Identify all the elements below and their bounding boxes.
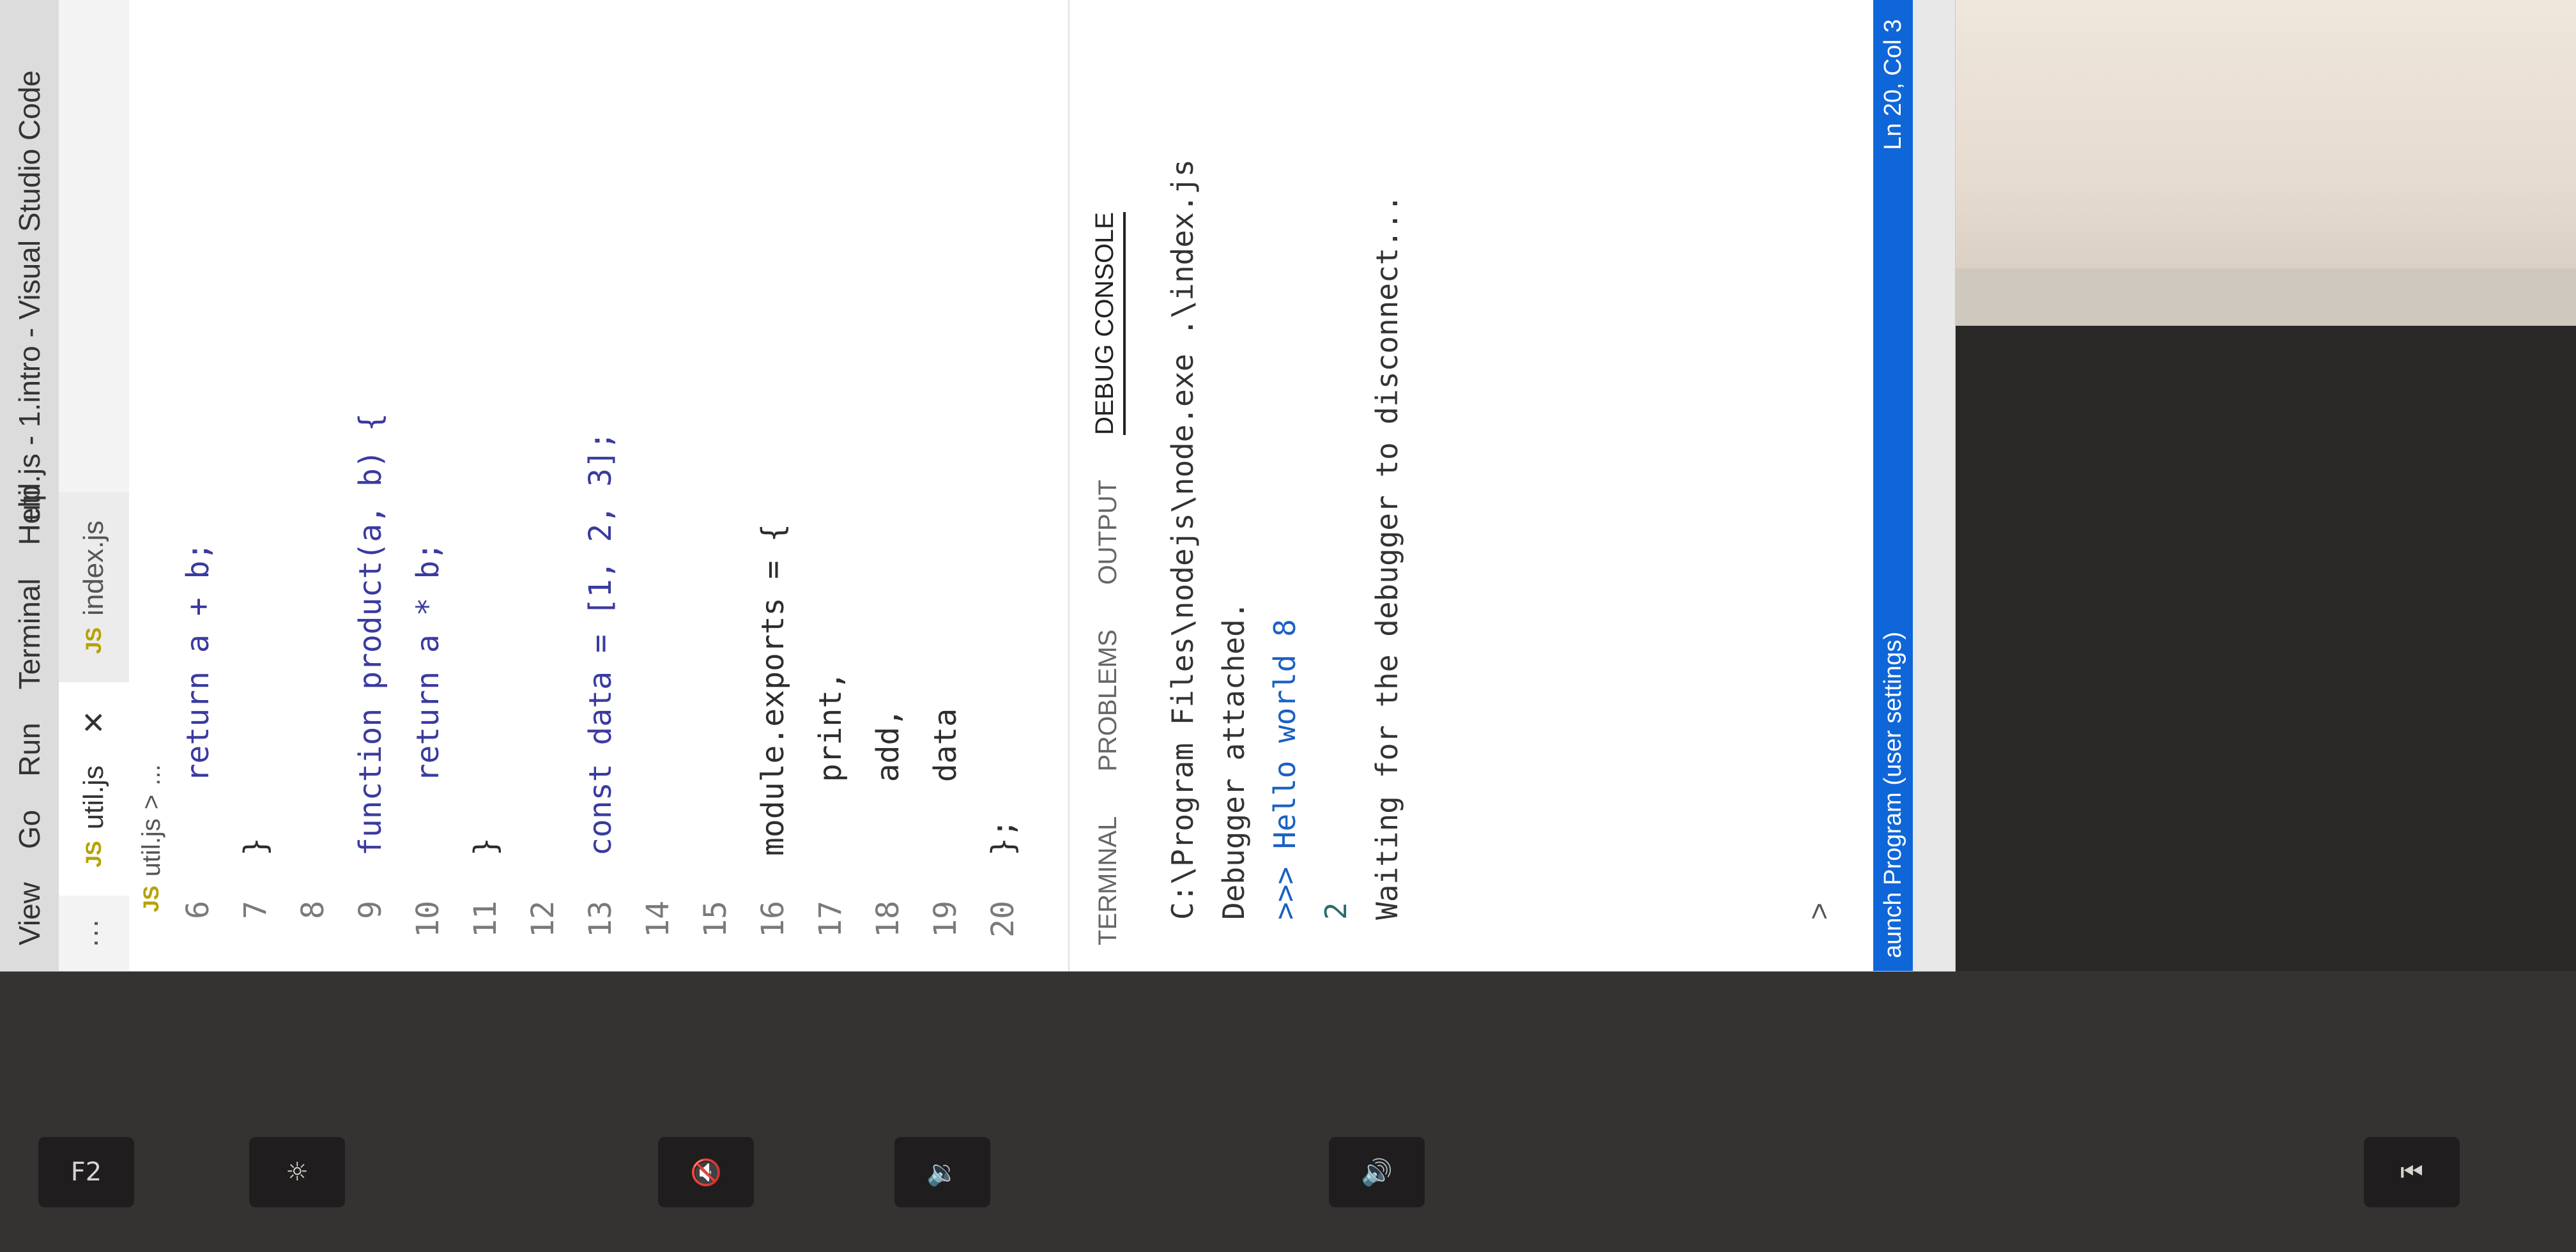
tab-util-js[interactable]: JS util.js ✕ xyxy=(59,682,129,896)
panel-tabs: TERMINAL PROBLEMS OUTPUT DEBUG CONSOLE xyxy=(1082,212,1133,945)
console-line: Debugger attached. xyxy=(1216,601,1251,920)
line-number: 19 xyxy=(928,901,963,938)
line-number: 6 xyxy=(180,901,216,919)
tab-output[interactable]: OUTPUT xyxy=(1094,480,1123,584)
status-cursor-position[interactable]: Ln 20, Col 3 xyxy=(1880,13,1907,150)
line-number: 9 xyxy=(353,901,388,919)
code-editor[interactable]: 6 return a + b; 7 } 8 9 function product… xyxy=(174,0,1068,971)
code-line[interactable]: 16 module.exports = { xyxy=(749,0,797,971)
code-text: print, xyxy=(813,671,848,856)
line-number: 8 xyxy=(295,901,331,919)
code-text: function product(a, b) { xyxy=(353,413,388,856)
js-file-icon: JS xyxy=(139,885,164,912)
code-line[interactable]: 8 xyxy=(289,0,337,971)
console-input-prompt[interactable]: > xyxy=(1802,903,1836,920)
line-number: 11 xyxy=(468,901,503,938)
code-text: return a + b; xyxy=(180,542,216,856)
menu-view[interactable]: View xyxy=(12,882,47,945)
window-bottom-edge xyxy=(1913,0,1955,971)
line-number: 7 xyxy=(238,901,273,919)
js-file-icon: JS xyxy=(81,841,106,868)
breadcrumb-file[interactable]: util.js xyxy=(137,818,166,876)
line-number: 10 xyxy=(410,901,446,938)
tab-problems[interactable]: PROBLEMS xyxy=(1094,629,1123,771)
code-line[interactable]: 12 xyxy=(519,0,567,971)
more-actions-icon[interactable]: ··· xyxy=(59,896,129,971)
line-number: 20 xyxy=(985,901,1021,938)
tab-label: index.js xyxy=(78,520,109,616)
code-line[interactable]: 11 } xyxy=(461,0,510,971)
console-line: >>> Hello world 8 xyxy=(1268,619,1302,920)
code-line[interactable]: 20 }; xyxy=(979,0,1027,971)
code-line[interactable]: 9 function product(a, b) { xyxy=(346,0,395,971)
tab-terminal[interactable]: TERMINAL xyxy=(1094,816,1123,945)
console-line: 2 xyxy=(1319,902,1353,920)
code-text: add, xyxy=(870,708,906,856)
line-number: 14 xyxy=(640,901,676,938)
keyboard-area: F2 ☼ 🔇 🔉 🔊 ⏮ xyxy=(0,971,2576,1252)
status-bar: aunch Program (user settings) Ln 20, Col… xyxy=(1873,0,1913,971)
code-line[interactable]: 13 const data = [1, 2, 3]; xyxy=(576,0,625,971)
code-text: const data = [1, 2, 3]; xyxy=(583,431,618,856)
tab-index-js[interactable]: JS index.js xyxy=(59,492,129,682)
vscode-window: View Go Run Terminal Help util.js - 1.in… xyxy=(0,0,1955,971)
brightness-key: ☼ xyxy=(249,1137,345,1207)
code-line[interactable]: 10 return a * b; xyxy=(404,0,452,971)
breadcrumb-separator: > xyxy=(137,794,165,810)
code-line[interactable]: 17 print, xyxy=(806,0,855,971)
code-text: }; xyxy=(985,819,1021,856)
prev-track-key: ⏮ xyxy=(2364,1137,2460,1207)
line-number: 13 xyxy=(583,901,618,938)
mute-key: 🔇 xyxy=(658,1137,754,1207)
menu-terminal[interactable]: Terminal xyxy=(12,579,47,690)
console-line: Waiting for the debugger to disconnect..… xyxy=(1370,194,1404,920)
line-number: 12 xyxy=(525,901,561,938)
bottom-panel: TERMINAL PROBLEMS OUTPUT DEBUG CONSOLE C… xyxy=(1068,0,1874,971)
code-line[interactable]: 14 xyxy=(634,0,682,971)
code-line[interactable]: 6 return a + b; xyxy=(174,0,222,971)
volume-down-key: 🔉 xyxy=(894,1137,990,1207)
close-icon[interactable]: ✕ xyxy=(77,710,111,735)
code-text: return a * b; xyxy=(410,542,446,856)
line-number: 16 xyxy=(755,901,791,938)
code-line[interactable]: 19 data xyxy=(921,0,970,971)
status-launch-config[interactable]: aunch Program (user settings) xyxy=(1880,150,1907,958)
tab-debug-console[interactable]: DEBUG CONSOLE xyxy=(1090,212,1126,436)
menu-go[interactable]: Go xyxy=(12,810,47,849)
code-line[interactable]: 15 xyxy=(691,0,740,971)
breadcrumb-symbol[interactable]: ... xyxy=(137,765,166,786)
f2-key: F2 xyxy=(38,1137,134,1207)
line-number: 15 xyxy=(698,901,733,938)
code-text: } xyxy=(238,837,273,856)
volume-up-key: 🔊 xyxy=(1329,1137,1425,1207)
console-line: C:\Program Files\nodejs\node.exe .\index… xyxy=(1165,159,1200,920)
tab-label: util.js xyxy=(78,765,109,830)
line-number: 17 xyxy=(813,901,848,938)
line-number: 18 xyxy=(870,901,906,938)
js-file-icon: JS xyxy=(81,627,106,654)
code-text: data xyxy=(928,708,963,856)
window-title: util.js - 1.intro - Visual Studio Code xyxy=(13,70,46,521)
menu-run[interactable]: Run xyxy=(12,722,47,776)
code-line[interactable]: 7 } xyxy=(231,0,280,971)
editor-tab-bar: ··· JS util.js ✕ JS index.js xyxy=(59,0,129,971)
code-text: } xyxy=(468,837,503,856)
breadcrumb: JS util.js > ... xyxy=(129,0,174,971)
code-text: module.exports = { xyxy=(755,523,791,856)
code-line[interactable]: 18 add, xyxy=(864,0,912,971)
